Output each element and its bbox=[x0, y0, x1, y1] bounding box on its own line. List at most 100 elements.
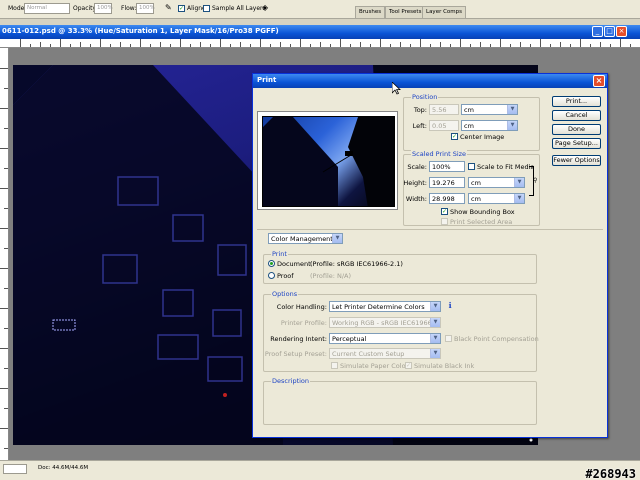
show-bounding-box-label: Show Bounding Box bbox=[450, 208, 515, 216]
description-group-label: Description bbox=[271, 377, 311, 385]
sample-all-layers-checkbox[interactable] bbox=[203, 5, 210, 12]
printer-profile-select[interactable]: Working RGB - sRGB IEC61966-2.1 ▼ bbox=[329, 317, 441, 328]
top-unit-select[interactable]: cm ▼ bbox=[461, 104, 518, 115]
left-unit-select[interactable]: cm ▼ bbox=[461, 120, 518, 131]
info-icon[interactable]: ℹ bbox=[445, 300, 455, 311]
chevron-down-icon: ▼ bbox=[430, 349, 440, 358]
document-radio[interactable] bbox=[268, 260, 275, 267]
chevron-down-icon: ▼ bbox=[514, 178, 524, 187]
width-input[interactable]: 28.998 bbox=[429, 193, 465, 204]
scale-label: Scale: bbox=[407, 163, 427, 171]
maximize-icon[interactable]: □ bbox=[604, 26, 615, 37]
done-button[interactable]: Done bbox=[552, 124, 601, 135]
height-input[interactable]: 19.276 bbox=[429, 177, 465, 188]
scale-to-fit-checkbox[interactable] bbox=[468, 163, 475, 170]
top-unit-value: cm bbox=[464, 106, 474, 114]
close-icon[interactable]: × bbox=[616, 26, 627, 37]
rendering-intent-value: Perceptual bbox=[332, 335, 367, 343]
print-selected-area-checkbox[interactable] bbox=[441, 218, 448, 225]
center-image-checkbox[interactable]: ✓ bbox=[451, 133, 458, 140]
chevron-down-icon: ▼ bbox=[430, 302, 440, 311]
chain-link-icon: ⚲ bbox=[533, 177, 538, 184]
height-unit-select[interactable]: cm ▼ bbox=[468, 177, 525, 188]
print-button[interactable]: Print... bbox=[552, 96, 601, 107]
left-label: Left: bbox=[412, 122, 427, 130]
description-group bbox=[263, 381, 537, 425]
black-point-label: Black Point Compensation bbox=[454, 335, 539, 343]
scale-input[interactable]: 100% bbox=[429, 161, 465, 172]
proof-profile: (Profile: N/A) bbox=[310, 272, 352, 280]
left-input[interactable]: 0.05 bbox=[429, 120, 459, 131]
print-source-group bbox=[263, 254, 537, 284]
page-setup-button[interactable]: Page Setup... bbox=[552, 138, 601, 149]
color-handling-value: Let Printer Determine Colors bbox=[332, 303, 425, 311]
print-source-label: Print bbox=[271, 250, 288, 258]
layers-icon[interactable]: ◈ bbox=[262, 3, 268, 12]
options-group-label: Options bbox=[271, 290, 299, 298]
zoom-field[interactable] bbox=[3, 464, 27, 474]
mode-select[interactable]: Normal bbox=[24, 3, 70, 14]
proof-radio[interactable] bbox=[268, 272, 275, 279]
tab-brushes[interactable]: Brushes bbox=[355, 6, 386, 18]
tab-tool-presets[interactable]: Tool Presets bbox=[385, 6, 426, 18]
scale-to-fit-label: Scale to Fit Media bbox=[477, 163, 535, 171]
chevron-down-icon: ▼ bbox=[332, 234, 342, 243]
color-handling-label: Color Handling: bbox=[276, 303, 327, 311]
minimize-icon[interactable]: _ bbox=[592, 26, 603, 37]
opacity-field[interactable]: 100% bbox=[94, 3, 113, 14]
height-unit-value: cm bbox=[471, 179, 481, 187]
height-label: Height: bbox=[403, 179, 427, 187]
chevron-down-icon: ▼ bbox=[507, 105, 517, 114]
document-size: Doc: 44.6M/44.6M bbox=[38, 465, 89, 471]
simulate-paper-checkbox[interactable] bbox=[331, 362, 338, 369]
mouse-cursor-icon bbox=[392, 82, 401, 95]
flow-field[interactable]: 100% bbox=[136, 3, 155, 14]
simulate-black-label: Simulate Black Ink bbox=[414, 362, 475, 370]
document-profile: (Profile: sRGB IEC61966-2.1) bbox=[310, 260, 403, 268]
chevron-down-icon: ▼ bbox=[430, 318, 440, 327]
width-unit-select[interactable]: cm ▼ bbox=[468, 193, 525, 204]
width-unit-value: cm bbox=[471, 195, 481, 203]
color-handling-select[interactable]: Let Printer Determine Colors ▼ bbox=[329, 301, 441, 312]
black-point-checkbox[interactable] bbox=[445, 335, 452, 342]
vertical-ruler bbox=[0, 48, 9, 460]
scaled-print-size-label: Scaled Print Size bbox=[411, 150, 468, 158]
cancel-button[interactable]: Cancel bbox=[552, 110, 601, 121]
status-bar: Doc: 44.6M/44.6M bbox=[0, 460, 640, 480]
proof-setup-label: Proof Setup Preset: bbox=[264, 350, 327, 358]
preview-silhouette bbox=[263, 117, 394, 206]
rendering-intent-label: Rendering Intent: bbox=[270, 335, 327, 343]
fewer-options-button[interactable]: Fewer Options bbox=[552, 155, 601, 166]
color-management-select[interactable]: Color Management ▼ bbox=[268, 233, 343, 244]
dialog-close-icon[interactable]: × bbox=[593, 75, 605, 87]
airbrush-icon[interactable]: ✎ bbox=[165, 3, 172, 12]
print-preview bbox=[257, 111, 398, 210]
simulate-paper-label: Simulate Paper Color bbox=[340, 362, 409, 370]
position-group-label: Position bbox=[411, 93, 439, 101]
proof-setup-select[interactable]: Current Custom Setup ▼ bbox=[329, 348, 441, 359]
tab-layer-comps[interactable]: Layer Comps bbox=[422, 6, 467, 18]
print-dialog-title-bar[interactable]: Print × bbox=[253, 74, 607, 88]
chevron-down-icon: ▼ bbox=[514, 194, 524, 203]
center-image-label: Center Image bbox=[460, 133, 505, 141]
document-title-bar: 0611-012.psd @ 33.3% (Hue/Saturation 1, … bbox=[0, 25, 640, 39]
chevron-down-icon: ▼ bbox=[430, 334, 440, 343]
chevron-down-icon: ▼ bbox=[507, 121, 517, 130]
print-dialog-title: Print bbox=[257, 76, 277, 84]
top-input[interactable]: 5.56 bbox=[429, 104, 459, 115]
proof-setup-value: Current Custom Setup bbox=[332, 350, 405, 358]
proof-radio-label: Proof bbox=[277, 272, 294, 280]
printer-profile-label: Printer Profile: bbox=[280, 319, 327, 327]
color-management-value: Color Management bbox=[271, 235, 333, 243]
document-radio-label: Document bbox=[277, 260, 311, 268]
separator bbox=[257, 229, 603, 230]
show-bounding-box-checkbox[interactable]: ✓ bbox=[441, 208, 448, 215]
horizontal-ruler bbox=[0, 39, 640, 48]
simulate-black-checkbox[interactable]: ✓ bbox=[405, 362, 412, 369]
rendering-intent-select[interactable]: Perceptual ▼ bbox=[329, 333, 441, 344]
width-label: Width: bbox=[405, 195, 427, 203]
preview-image bbox=[262, 116, 395, 207]
aligned-checkbox[interactable]: ✓ bbox=[178, 5, 185, 12]
sample-all-layers-label: Sample All Layers bbox=[212, 5, 266, 12]
printer-profile-value: Working RGB - sRGB IEC61966-2.1 bbox=[332, 319, 441, 327]
